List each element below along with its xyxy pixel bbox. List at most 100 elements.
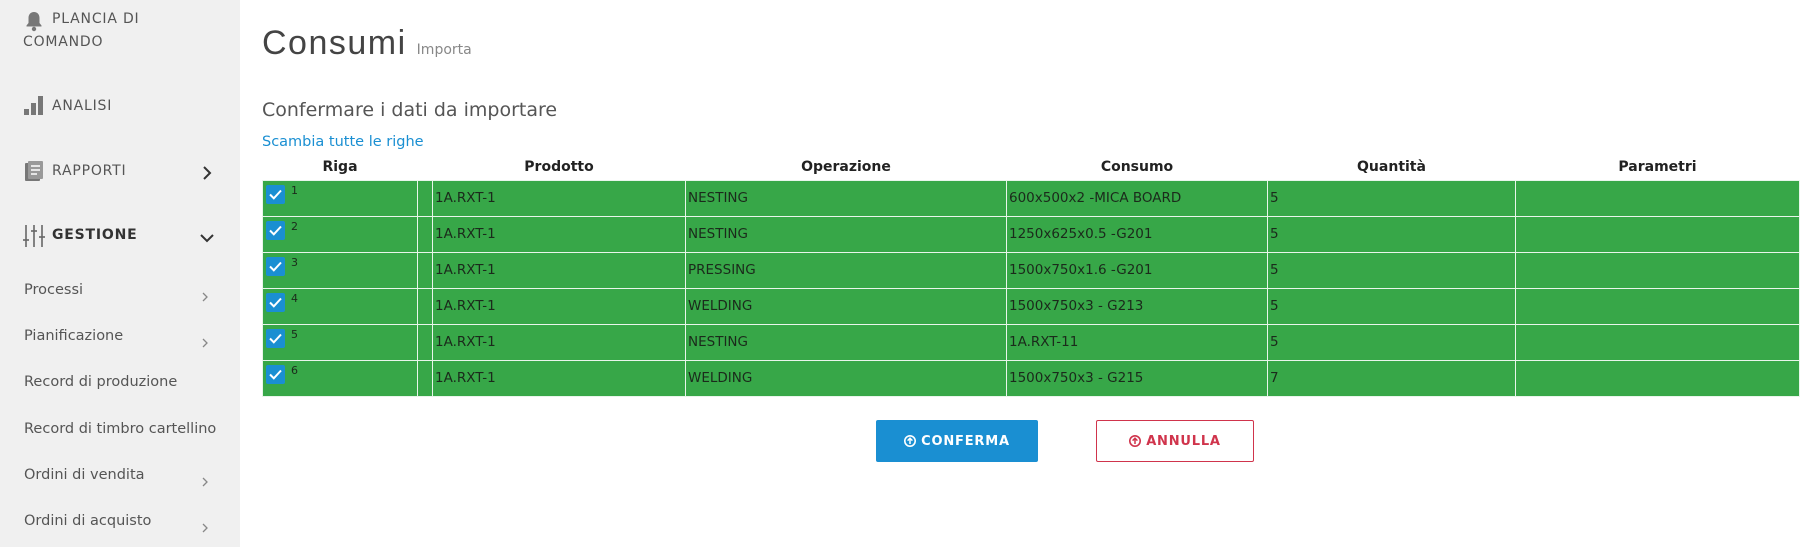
table-row[interactable]: 1 1A.RXT-1 NESTING 600x500x2 -MICA BOARD 5 bbox=[262, 179, 1800, 217]
cell-spacer bbox=[417, 251, 433, 289]
sidebar-item-reports-label: RAPPORTI bbox=[52, 163, 127, 179]
row-checkbox[interactable] bbox=[266, 292, 285, 312]
row-number: 4 bbox=[291, 291, 298, 305]
sidebar-item-ordini-vendita[interactable]: Ordini di vendita bbox=[0, 461, 240, 491]
row-number: 2 bbox=[291, 219, 298, 233]
column-header-quantita[interactable]: Quantità bbox=[1268, 155, 1516, 180]
page-subtitle: Importa bbox=[416, 42, 472, 58]
column-header-spacer bbox=[418, 155, 433, 180]
cell-parametri bbox=[1515, 215, 1800, 253]
cell-operazione: NESTING bbox=[685, 323, 1007, 361]
row-checkbox[interactable] bbox=[266, 184, 285, 204]
chevron-down-icon bbox=[200, 230, 214, 244]
cell-riga: 6 bbox=[262, 359, 418, 397]
sidebar-item-reports[interactable]: RAPPORTI bbox=[0, 156, 240, 188]
swap-all-rows-link[interactable]: Scambia tutte le righe bbox=[262, 134, 424, 150]
cell-consumo: 1500x750x3 - G213 bbox=[1006, 287, 1268, 325]
cell-prodotto: 1A.RXT-1 bbox=[432, 359, 686, 397]
sidebar-item-dashboard-label-2: COMANDO bbox=[23, 34, 104, 50]
sidebar-item-analysis-label: ANALISI bbox=[52, 98, 113, 114]
section-title: Confermare i dati da importare bbox=[262, 99, 558, 121]
row-number: 1 bbox=[291, 183, 298, 197]
sidebar-item-management[interactable]: GESTIONE bbox=[0, 220, 240, 252]
confirm-button[interactable]: CONFERMA bbox=[876, 420, 1038, 462]
cell-quantita: 5 bbox=[1267, 287, 1516, 325]
page-title: Consumi bbox=[262, 24, 407, 62]
cell-spacer bbox=[417, 215, 433, 253]
chevron-right-icon bbox=[200, 287, 210, 302]
cell-prodotto: 1A.RXT-1 bbox=[432, 287, 686, 325]
row-number: 3 bbox=[291, 255, 298, 269]
cell-parametri bbox=[1515, 359, 1800, 397]
sidebar-item-pianificazione[interactable]: Pianificazione bbox=[0, 322, 240, 352]
sidebar-item-ordini-acquisto[interactable]: Ordini di acquisto bbox=[0, 507, 240, 537]
page-header: Consumi Importa bbox=[262, 24, 472, 63]
checkmark-icon bbox=[269, 333, 282, 344]
sidebar-item-record-timbro[interactable]: Record di timbro cartellino bbox=[0, 415, 240, 445]
sidebar-item-management-label: GESTIONE bbox=[52, 227, 138, 243]
row-checkbox[interactable] bbox=[266, 220, 285, 240]
table-row[interactable]: 6 1A.RXT-1 WELDING 1500x750x3 - G215 7 bbox=[262, 359, 1800, 397]
chevron-right-icon bbox=[200, 333, 210, 348]
sliders-icon bbox=[23, 224, 45, 247]
cancel-button-label: ANNULLA bbox=[1146, 433, 1221, 449]
cell-riga: 1 bbox=[262, 179, 418, 217]
sidebar-item-dashboard[interactable]: PLANCIA DI COMANDO bbox=[0, 8, 240, 60]
cell-consumo: 1500x750x3 - G215 bbox=[1006, 359, 1268, 397]
table-row[interactable]: 4 1A.RXT-1 WELDING 1500x750x3 - G213 5 bbox=[262, 287, 1800, 325]
sidebar-item-label: Ordini di acquisto bbox=[24, 513, 152, 529]
cell-riga: 2 bbox=[262, 215, 418, 253]
cell-quantita: 5 bbox=[1267, 179, 1516, 217]
sidebar-item-label: Ordini di vendita bbox=[24, 467, 145, 483]
sidebar-item-record-produzione[interactable]: Record di produzione bbox=[0, 368, 240, 398]
sidebar-item-processi[interactable]: Processi bbox=[0, 276, 240, 306]
cell-consumo: 1250x625x0.5 -G201 bbox=[1006, 215, 1268, 253]
sidebar-item-label: Processi bbox=[24, 282, 84, 298]
cell-operazione: WELDING bbox=[685, 359, 1007, 397]
table-header-row: Riga Prodotto Operazione Consumo Quantit… bbox=[263, 155, 1800, 180]
sidebar-item-label: Pianificazione bbox=[24, 328, 124, 344]
main-content: Consumi Importa Confermare i dati da imp… bbox=[262, 0, 1811, 547]
bar-chart-icon bbox=[23, 94, 45, 116]
table-row[interactable]: 3 1A.RXT-1 PRESSING 1500x750x1.6 -G201 5 bbox=[262, 251, 1800, 289]
chevron-right-icon bbox=[200, 165, 214, 180]
cell-quantita: 5 bbox=[1267, 251, 1516, 289]
sidebar-item-label: Record di produzione bbox=[24, 374, 178, 390]
column-header-parametri[interactable]: Parametri bbox=[1516, 155, 1800, 180]
sidebar-item-analysis[interactable]: ANALISI bbox=[0, 92, 240, 124]
cell-prodotto: 1A.RXT-1 bbox=[432, 323, 686, 361]
cell-parametri bbox=[1515, 287, 1800, 325]
checkmark-icon bbox=[269, 261, 282, 272]
cell-consumo: 1A.RXT-11 bbox=[1006, 323, 1268, 361]
column-header-operazione[interactable]: Operazione bbox=[686, 155, 1007, 180]
confirm-button-label: CONFERMA bbox=[921, 433, 1010, 449]
cell-parametri bbox=[1515, 179, 1800, 217]
cell-spacer bbox=[417, 179, 433, 217]
chevron-right-icon bbox=[200, 518, 210, 533]
document-icon bbox=[23, 160, 45, 182]
cell-quantita: 7 bbox=[1267, 359, 1516, 397]
cell-riga: 5 bbox=[262, 323, 418, 361]
table-row[interactable]: 2 1A.RXT-1 NESTING 1250x625x0.5 -G201 5 bbox=[262, 215, 1800, 253]
cell-prodotto: 1A.RXT-1 bbox=[432, 215, 686, 253]
row-checkbox[interactable] bbox=[266, 328, 285, 348]
column-header-consumo[interactable]: Consumo bbox=[1007, 155, 1268, 180]
row-checkbox[interactable] bbox=[266, 364, 285, 384]
cell-prodotto: 1A.RXT-1 bbox=[432, 251, 686, 289]
column-header-riga[interactable]: Riga bbox=[263, 155, 418, 180]
checkmark-icon bbox=[269, 189, 282, 200]
cell-parametri bbox=[1515, 251, 1800, 289]
cell-operazione: NESTING bbox=[685, 215, 1007, 253]
row-number: 6 bbox=[291, 363, 298, 377]
cell-quantita: 5 bbox=[1267, 215, 1516, 253]
cell-riga: 3 bbox=[262, 251, 418, 289]
chevron-right-icon bbox=[200, 472, 210, 487]
cancel-button[interactable]: ANNULLA bbox=[1096, 420, 1254, 462]
cell-riga: 4 bbox=[262, 287, 418, 325]
column-header-prodotto[interactable]: Prodotto bbox=[433, 155, 686, 180]
checkmark-icon bbox=[269, 369, 282, 380]
row-checkbox[interactable] bbox=[266, 256, 285, 276]
table-row[interactable]: 5 1A.RXT-1 NESTING 1A.RXT-11 5 bbox=[262, 323, 1800, 361]
sidebar: PLANCIA DI COMANDO ANALISI RAPPORTI GEST… bbox=[0, 0, 240, 547]
bell-icon bbox=[23, 10, 45, 32]
